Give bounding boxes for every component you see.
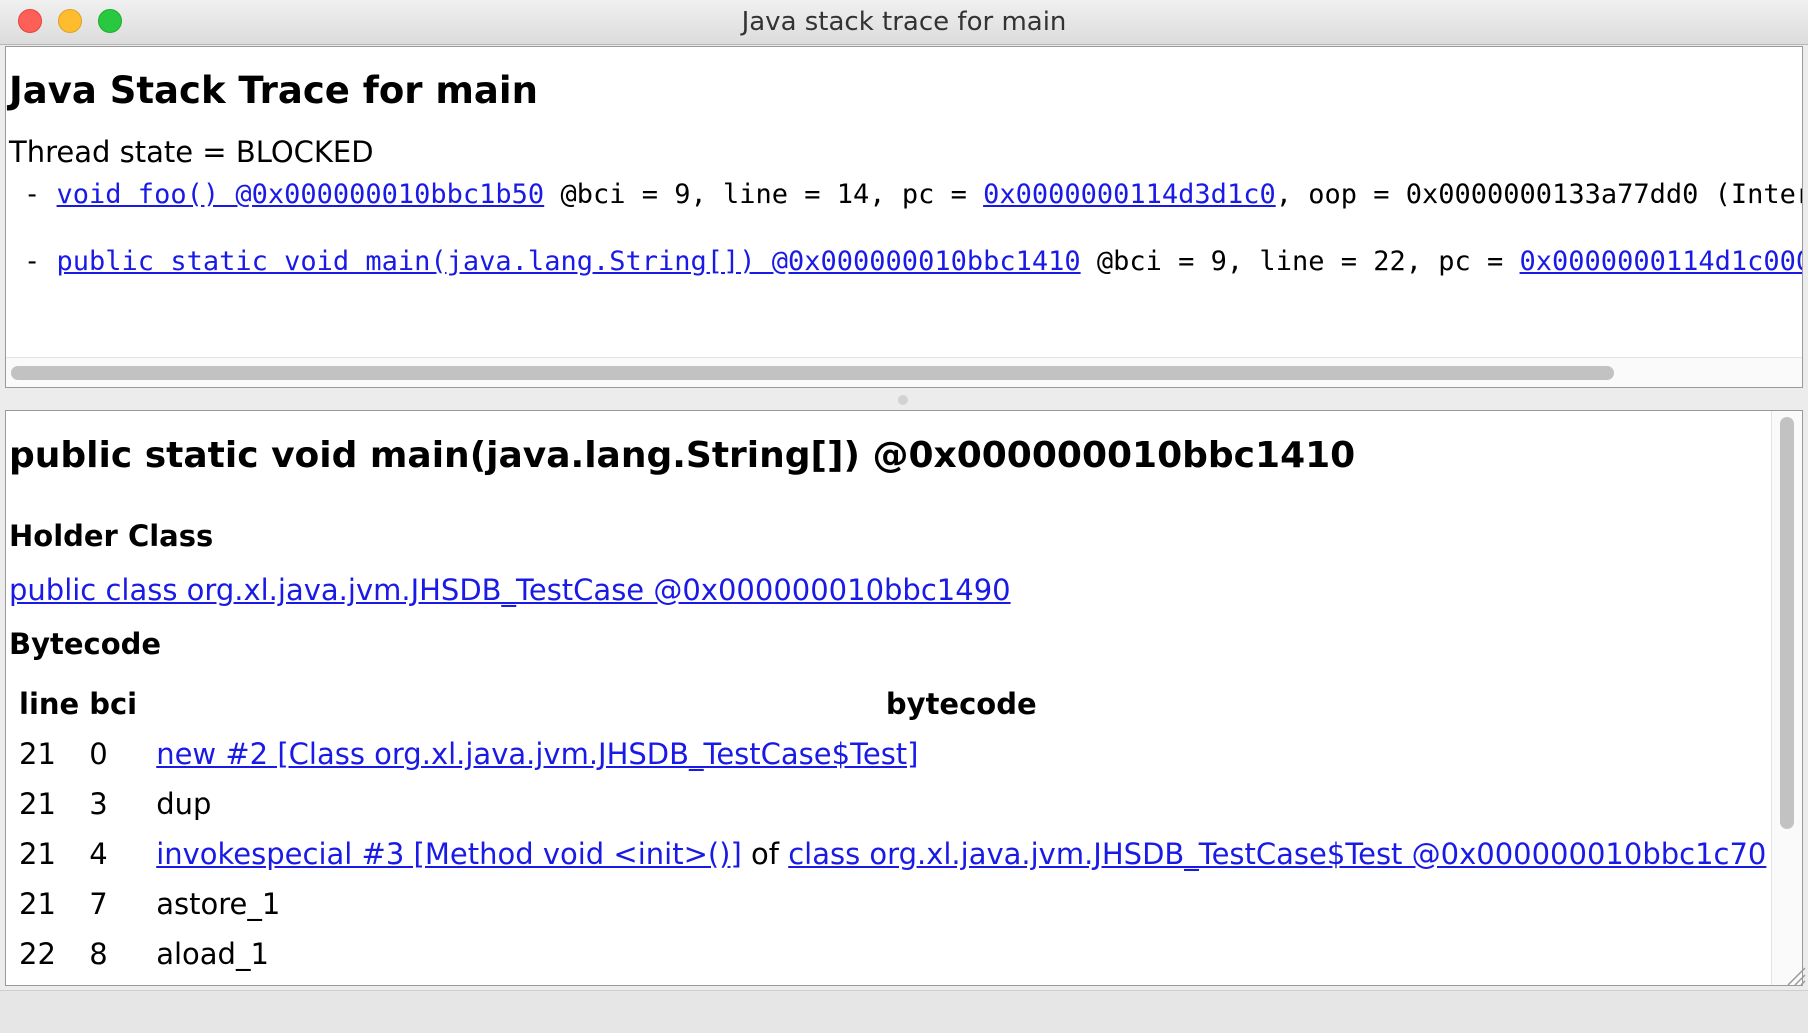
- horizontal-scrollbar[interactable]: [6, 357, 1802, 387]
- bytecode-link[interactable]: invokespecial #3 [Method void <init>()]: [156, 837, 742, 871]
- cell-bytecode: new #2 [Class org.xl.java.jvm.JHSDB_Test…: [146, 729, 1766, 779]
- table-row: 21 7 astore_1: [9, 879, 1766, 929]
- table-row: 21 4 invokespecial #3 [Method void <init…: [9, 829, 1766, 879]
- cell-line: 21: [19, 887, 56, 921]
- stack-frame: - public static void main(java.lang.Stri…: [24, 246, 1802, 277]
- table-header-row: line bci bytecode: [9, 679, 1766, 729]
- cell-bytecode: dup: [156, 787, 212, 821]
- cell-bytecode: astore_1: [156, 887, 281, 921]
- vertical-scroll-thumb[interactable]: [1780, 417, 1794, 829]
- holder-class-link-wrap: public class org.xl.java.jvm.JHSDB_TestC…: [9, 573, 1011, 607]
- frame-info: @bci = 9, line = 14, pc =: [544, 179, 984, 210]
- holder-class-label: Holder Class: [9, 519, 214, 553]
- stack-trace-heading: Java Stack Trace for main: [9, 69, 538, 112]
- method-detail-pane[interactable]: public static void main(java.lang.String…: [5, 410, 1803, 986]
- frame-bullet: -: [24, 246, 41, 277]
- table-row: 21 0 new #2 [Class org.xl.java.jvm.JHSDB…: [9, 729, 1766, 779]
- status-bar: [0, 990, 1808, 1033]
- cell-line: 21: [19, 837, 56, 871]
- stack-trace-pane[interactable]: Java Stack Trace for main Thread state =…: [5, 46, 1803, 388]
- table-row: 21 3 dup: [9, 779, 1766, 829]
- holder-class-link[interactable]: public class org.xl.java.jvm.JHSDB_TestC…: [9, 573, 1011, 607]
- stack-frame: - void foo() @0x000000010bbc1b50 @bci = …: [24, 179, 1803, 210]
- title-bar[interactable]: Java stack trace for main: [0, 0, 1808, 45]
- frame-method-link[interactable]: public static void main(java.lang.String…: [57, 246, 1081, 277]
- frame-info: @bci = 9, line = 22, pc =: [1080, 246, 1520, 277]
- bytecode-class-link[interactable]: class org.xl.java.jvm.JHSDB_TestCase$Tes…: [788, 837, 1766, 871]
- frame-method-link[interactable]: void foo() @0x000000010bbc1b50: [57, 179, 545, 210]
- bytecode-link[interactable]: new #2 [Class org.xl.java.jvm.JHSDB_Test…: [156, 737, 918, 771]
- frame-bullet: -: [24, 179, 41, 210]
- window-title: Java stack trace for main: [741, 7, 1067, 37]
- cell-bci: 0: [89, 737, 108, 771]
- cell-bytecode: aload_1: [156, 937, 269, 971]
- bytecode-of-text: of: [741, 837, 789, 871]
- cell-bci: 7: [89, 887, 108, 921]
- vertical-scrollbar[interactable]: [1771, 411, 1802, 985]
- cell-bci: 3: [89, 787, 108, 821]
- table-row: 22 8 aload_1: [9, 929, 1766, 979]
- method-title: public static void main(java.lang.String…: [9, 435, 1356, 476]
- column-header-line: line: [19, 687, 80, 721]
- horizontal-scroll-thumb[interactable]: [11, 366, 1614, 380]
- thread-state: Thread state = BLOCKED: [9, 135, 374, 169]
- column-header-bci: bci: [89, 687, 138, 721]
- bytecode-label: Bytecode: [9, 627, 162, 661]
- frame-pc-link[interactable]: 0x0000000114d3d1c0: [983, 179, 1276, 210]
- resize-grip-icon[interactable]: [1784, 964, 1806, 986]
- cell-line: 21: [19, 737, 56, 771]
- bytecode-table: line bci bytecode 21 0 new #2 [Class org…: [9, 679, 1766, 979]
- cell-bytecode: invokespecial #3 [Method void <init>()] …: [146, 829, 1766, 879]
- stack-trace-window: Java stack trace for main Java Stack Tra…: [0, 0, 1808, 1033]
- cell-bci: 4: [89, 837, 108, 871]
- column-header-bytecode: bytecode: [885, 687, 1037, 721]
- cell-line: 22: [19, 937, 56, 971]
- split-pane-divider[interactable]: [0, 388, 1808, 410]
- cell-bci: 8: [89, 937, 108, 971]
- cell-line: 21: [19, 787, 56, 821]
- frame-pc-link[interactable]: 0x0000000114d1c000: [1520, 246, 1802, 277]
- divider-grip-icon[interactable]: [898, 395, 908, 405]
- frame-tail: , oop = 0x0000000133a77dd0 (Interp: [1275, 179, 1803, 210]
